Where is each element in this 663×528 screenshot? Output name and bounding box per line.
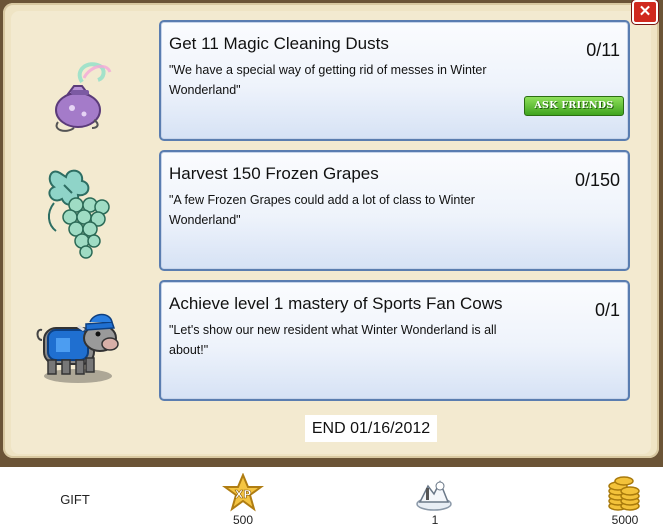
close-button[interactable]: ✕ [632,0,658,24]
xp-reward-value: 500 [232,513,254,527]
xp-star-icon: XP [222,473,264,512]
item-reward-value: 1 [431,513,439,527]
quest-end-date: END 01/16/2012 [305,415,437,442]
quest-title: Get 11 Magic Cleaning Dusts [169,34,389,53]
quest-description: "We have a special way of getting rid of… [169,63,487,97]
magic-dust-bag-icon [55,62,112,132]
coins-icon [608,476,640,511]
gift-label: GIFT [60,492,90,507]
quest-card-magic-dusts: Get 11 Magic Cleaning Dusts "We have a s… [159,20,630,141]
quest-description: "Let's show our new resident what Winter… [169,323,497,357]
winter-decoration-icon [416,480,452,511]
quest-title: Harvest 150 Frozen Grapes [169,164,379,183]
quest-progress: 0/11 [586,40,620,60]
quest-card-sports-fan-cows: Achieve level 1 mastery of Sports Fan Co… [159,280,630,401]
quest-description: "A few Frozen Grapes could add a lot of … [169,193,475,227]
ask-friends-button[interactable]: ASK FRIENDS [524,96,624,116]
sports-fan-cow-icon [36,313,119,383]
quest-card-frozen-grapes: Harvest 150 Frozen Grapes "A few Frozen … [159,150,630,271]
frozen-grapes-icon [48,169,110,259]
quest-progress: 0/1 [594,300,620,320]
quest-progress: 0/150 [574,170,620,190]
coins-reward-value: 5000 [611,513,639,527]
xp-badge-text: XP [235,488,252,501]
quest-title: Achieve level 1 mastery of Sports Fan Co… [169,294,503,313]
